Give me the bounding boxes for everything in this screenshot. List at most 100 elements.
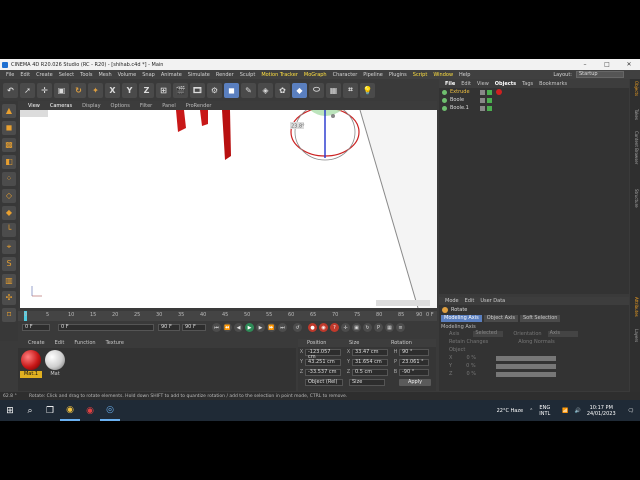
visibility-toggle[interactable] xyxy=(480,89,485,95)
rotate-icon[interactable]: ↻ xyxy=(71,82,86,98)
y-value[interactable]: 0 % xyxy=(466,363,476,369)
autokey-icon[interactable]: ◉ xyxy=(319,323,328,332)
rotation-p-field[interactable]: 23.061 ° xyxy=(399,358,429,366)
prev-key-icon[interactable]: ⏪ xyxy=(223,323,232,332)
workplane-lock-icon[interactable]: ▥ xyxy=(2,274,16,288)
pen-icon[interactable]: ✎ xyxy=(241,82,256,98)
render-view-icon[interactable]: 🎬 xyxy=(173,82,188,98)
rotation-b-field[interactable]: -90 ° xyxy=(399,368,429,376)
menu-mograph[interactable]: MoGraph xyxy=(304,72,327,78)
material-tag-icon[interactable] xyxy=(496,89,502,95)
z-value[interactable]: 0 % xyxy=(466,371,476,377)
menu-file[interactable]: File xyxy=(6,72,14,78)
floor-icon[interactable]: ▦ xyxy=(326,82,341,98)
loop-icon[interactable]: ↺ xyxy=(293,323,302,332)
menu-sculpt[interactable]: Sculpt xyxy=(240,72,256,78)
viewport-menu-display[interactable]: Display xyxy=(82,103,100,109)
y-slider[interactable] xyxy=(495,363,556,369)
cinema4d-taskbar-icon[interactable]: ◎ xyxy=(100,400,120,421)
clock[interactable]: 10:17 PM 24/01/2023 xyxy=(587,405,622,417)
enable-check[interactable] xyxy=(487,97,492,103)
side-tab-content-browser[interactable]: Content Browser xyxy=(631,131,639,164)
retain-changes-label[interactable]: Retain Changes xyxy=(449,339,488,345)
side-tab-layers[interactable]: Layers xyxy=(631,329,639,342)
position-y-field[interactable]: 43.251 cm xyxy=(305,358,341,366)
menu-volume[interactable]: Volume xyxy=(118,72,137,78)
menu-select[interactable]: Select xyxy=(59,72,74,78)
x-value[interactable]: 0 % xyxy=(466,355,476,361)
enable-axis-icon[interactable]: └ xyxy=(2,223,16,237)
points-mode-icon[interactable]: ⁘ xyxy=(2,172,16,186)
minimize-button[interactable]: – xyxy=(574,61,596,68)
polygons-mode-icon[interactable]: ◆ xyxy=(2,206,16,220)
axis-dropdown[interactable]: Selected xyxy=(473,331,504,337)
maximize-button[interactable]: □ xyxy=(596,61,618,68)
enable-check[interactable] xyxy=(487,105,492,111)
size-y-field[interactable]: 31.654 cm xyxy=(352,358,388,366)
om-menu-file[interactable]: File xyxy=(445,81,455,87)
parameter-key-icon[interactable]: P xyxy=(374,323,383,332)
layout-dropdown[interactable]: Startup xyxy=(576,71,624,78)
notification-icon[interactable]: 🗨 xyxy=(628,408,634,414)
perspective-viewport[interactable]: 23.8° xyxy=(20,110,437,308)
menu-character[interactable]: Character xyxy=(333,72,358,78)
weather-widget[interactable]: 22°C Haze xyxy=(497,408,523,414)
side-tab-attributes[interactable]: Attributes xyxy=(631,297,639,317)
attr-menu-user-data[interactable]: User Data xyxy=(480,298,505,304)
locked-workplane-icon[interactable]: ✣ xyxy=(2,291,16,305)
max-frame-field[interactable]: 90 F xyxy=(182,324,206,331)
chrome-profile-icon[interactable]: ◉ xyxy=(80,400,100,421)
timeline-icon[interactable]: ≡ xyxy=(396,323,405,332)
cube-icon[interactable]: ◼ xyxy=(224,82,239,98)
side-tab-takes[interactable]: Takes xyxy=(631,109,639,120)
make-editable-icon[interactable]: ▲ xyxy=(2,104,16,118)
enable-check[interactable] xyxy=(487,89,492,95)
play-icon[interactable]: ▶ xyxy=(245,323,254,332)
menu-help[interactable]: Help xyxy=(459,72,470,78)
rotation-key-icon[interactable]: ↻ xyxy=(363,323,372,332)
record-icon[interactable]: ● xyxy=(308,323,317,332)
along-normals-label[interactable]: Along Normals xyxy=(518,339,555,345)
attr-menu-mode[interactable]: Mode xyxy=(445,298,459,304)
position-x-field[interactable]: -123.057 cm xyxy=(305,348,341,359)
start-frame-field[interactable]: 0 F xyxy=(22,324,50,331)
viewport-menu-cameras[interactable]: Cameras xyxy=(50,103,72,109)
windows-start-icon[interactable]: ⊞ xyxy=(0,400,20,421)
om-menu-objects[interactable]: Objects xyxy=(495,81,516,87)
position-key-icon[interactable]: ✛ xyxy=(341,323,350,332)
side-tab-objects[interactable]: Objects xyxy=(631,81,639,96)
om-menu-tags[interactable]: Tags xyxy=(522,81,533,87)
object-row-extrude[interactable]: Extrude xyxy=(439,88,629,96)
om-menu-bookmarks[interactable]: Bookmarks xyxy=(539,81,567,87)
scale-key-icon[interactable]: ▣ xyxy=(352,323,361,332)
menu-window[interactable]: Window xyxy=(433,72,453,78)
orientation-dropdown[interactable]: Axis xyxy=(547,331,578,337)
material-menu-create[interactable]: Create xyxy=(28,340,45,346)
close-button[interactable]: ✕ xyxy=(618,61,640,68)
om-menu-edit[interactable]: Edit xyxy=(461,81,471,87)
menu-snap[interactable]: Snap xyxy=(142,72,155,78)
side-tab-structure[interactable]: Structure xyxy=(631,189,639,208)
material-menu-function[interactable]: Function xyxy=(74,340,95,346)
chrome-icon[interactable]: ◉ xyxy=(60,400,80,421)
material-mat[interactable]: Mat xyxy=(44,350,66,378)
size-z-field[interactable]: 0.5 cm xyxy=(352,368,388,376)
tweak-icon[interactable]: ⌖ xyxy=(2,240,16,254)
coordinate-system-icon[interactable]: ⊞ xyxy=(156,82,171,98)
volume-icon[interactable]: 🔊 xyxy=(575,408,581,414)
keyframe-selection-icon[interactable]: ? xyxy=(330,323,339,332)
size-x-field[interactable]: 33.47 cm xyxy=(352,348,388,356)
apply-button[interactable]: Apply xyxy=(399,378,431,386)
tab-modeling-axis[interactable]: Modeling Axis xyxy=(441,314,482,322)
attr-menu-edit[interactable]: Edit xyxy=(465,298,475,304)
prev-frame-icon[interactable]: ◀ xyxy=(234,323,243,332)
tray-chevron-icon[interactable]: ⌃ xyxy=(529,408,533,414)
texture-mode-icon[interactable]: ▩ xyxy=(2,138,16,152)
undo-button[interactable]: ↶ xyxy=(3,82,18,98)
model-mode-icon[interactable]: ◼ xyxy=(2,121,16,135)
material-menu-texture[interactable]: Texture xyxy=(106,340,124,346)
render-to-picture-viewer-icon[interactable]: 🎞 xyxy=(190,82,205,98)
timeline-ruler[interactable]: 0 5 10 15 20 25 30 35 40 45 50 55 60 65 … xyxy=(18,311,437,321)
subdivision-surface-icon[interactable]: ◈ xyxy=(258,82,273,98)
next-key-icon[interactable]: ⏩ xyxy=(267,323,276,332)
